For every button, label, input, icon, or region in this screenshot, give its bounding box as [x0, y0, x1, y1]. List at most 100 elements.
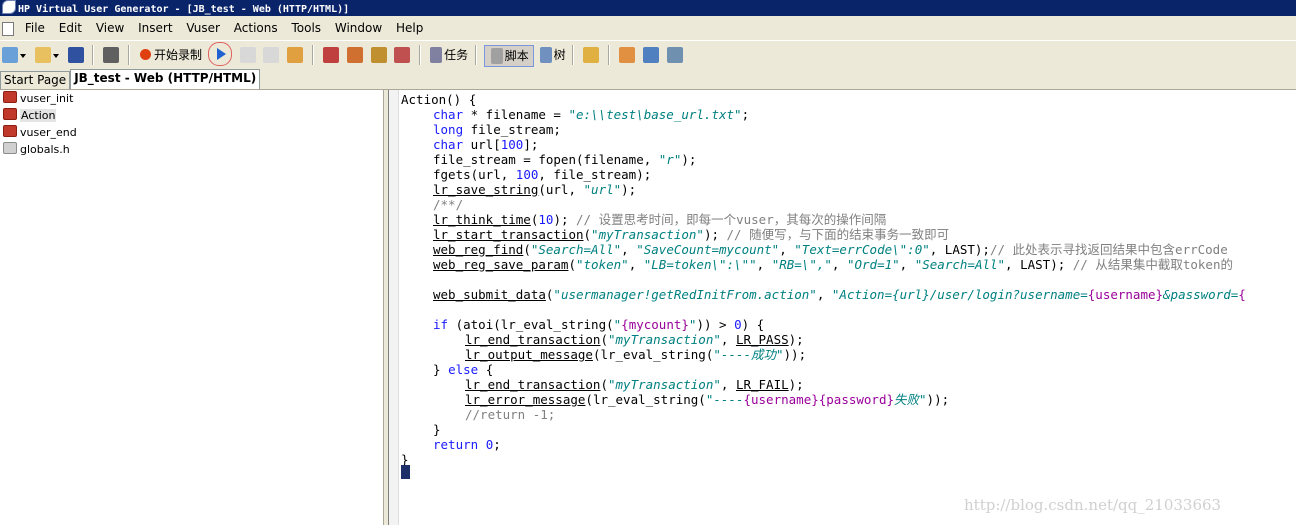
action-tree-panel: vuser_init Action vuser_end globals.h [0, 90, 383, 525]
window-title-bar: HP Virtual User Generator - [JB_test - W… [0, 0, 1296, 16]
new-script-button[interactable] [0, 45, 29, 65]
tree-item-vuser-end[interactable]: vuser_end [0, 124, 383, 141]
stop-button[interactable] [238, 45, 258, 65]
stop-icon [239, 47, 256, 63]
script-view-button[interactable]: 脚本 [483, 45, 534, 67]
windows-icon [666, 47, 683, 63]
menu-actions[interactable]: Actions [229, 16, 283, 40]
menu-bar: File Edit View Insert Vuser Actions Tool… [0, 16, 1296, 40]
save-button[interactable] [66, 45, 86, 65]
transaction-icon [346, 47, 363, 63]
tab-jb-test[interactable]: JB_test - Web (HTTP/HTML) [70, 69, 261, 89]
tool-c-button[interactable] [665, 45, 685, 65]
insert-step-icon [322, 47, 339, 63]
insert-step-button[interactable] [321, 45, 341, 65]
tree-item-label: Action [20, 109, 57, 122]
start-record-button[interactable]: 开始录制 [137, 45, 202, 65]
save-icon [67, 47, 84, 63]
code-line: web_submit_data("usermanager!getRedInitF… [433, 287, 1246, 302]
action-icon [3, 108, 17, 120]
binoculars-icon [103, 47, 120, 63]
window-title: HP Virtual User Generator - [JB_test - W… [18, 4, 350, 15]
open-button[interactable] [33, 45, 62, 65]
tree-item-vuser-init[interactable]: vuser_init [0, 90, 383, 107]
toolbar-separator [419, 45, 422, 65]
code-line: char * filename = "e:\\test\base_url.txt… [433, 107, 750, 122]
menu-tools[interactable]: Tools [286, 16, 326, 40]
run-icon[interactable] [207, 42, 232, 66]
tasks-icon [430, 47, 443, 63]
rendezvous-icon [370, 47, 387, 63]
menu-help[interactable]: Help [391, 16, 428, 40]
script-editor[interactable]: Action() { char * filename = "e:\\test\b… [399, 90, 1296, 525]
record-icon [139, 49, 151, 60]
code-line: if (atoi(lr_eval_string("{mycount}")) > … [433, 317, 765, 332]
tasks-label: 任务 [444, 48, 469, 62]
code-line: lr_end_transaction("myTransaction", LR_P… [465, 332, 804, 347]
tasks-button[interactable]: 任务 [428, 45, 468, 65]
step-icon [287, 47, 304, 63]
code-line: } [433, 422, 441, 437]
code-line: lr_save_string(url, "url"); [433, 182, 637, 197]
comment-button[interactable] [392, 45, 412, 65]
code-line: web_reg_find("Search=All", "SaveCount=my… [433, 242, 1228, 257]
menu-insert[interactable]: Insert [133, 16, 177, 40]
tab-start-page[interactable]: Start Page [0, 71, 71, 89]
code-line: long file_stream; [433, 122, 561, 137]
document-tab-bar: Start Page JB_test - Web (HTTP/HTML) [0, 69, 1296, 90]
refresh-icon [618, 47, 635, 63]
tool-b-button[interactable] [641, 45, 661, 65]
code-line: Action() { [401, 92, 477, 107]
step-button[interactable] [285, 45, 305, 65]
tree-view-icon [539, 47, 552, 63]
menu-view[interactable]: View [91, 16, 129, 40]
tree-item-label: vuser_end [20, 126, 77, 139]
toolbar-separator [474, 45, 477, 65]
action-icon [3, 91, 17, 103]
new-script-icon [2, 47, 18, 63]
script-view-icon [490, 48, 503, 64]
tree-view-button[interactable]: 树 [538, 45, 566, 65]
editor-gutter [389, 90, 399, 525]
output-window-icon [583, 47, 600, 63]
code-line: } else { [433, 362, 494, 377]
toolbar-separator [608, 45, 611, 65]
action-icon [3, 125, 17, 137]
tree-view-label: 树 [553, 48, 566, 62]
code-line: lr_end_transaction("myTransaction", LR_F… [465, 377, 804, 392]
text-cursor [401, 465, 410, 479]
start-record-label: 开始录制 [153, 48, 202, 62]
compare-icon [642, 47, 659, 63]
tree-item-label: vuser_init [20, 92, 74, 105]
toolbar-separator [92, 45, 95, 65]
pause-button[interactable] [261, 45, 281, 65]
find-button[interactable] [101, 45, 121, 65]
open-folder-icon [34, 47, 51, 63]
menu-window[interactable]: Window [330, 16, 387, 40]
tree-item-globals[interactable]: globals.h [0, 141, 383, 158]
watermark: http://blog.csdn.net/qq_21033663 [964, 496, 1222, 514]
rendezvous-button[interactable] [369, 45, 389, 65]
menu-vuser[interactable]: Vuser [181, 16, 225, 40]
code-line: lr_think_time(10); // 设置思考时间，即每一个vuser，其… [433, 212, 887, 227]
document-icon [2, 22, 14, 36]
transaction-button[interactable] [345, 45, 365, 65]
output-window-button[interactable] [581, 45, 601, 65]
code-line: //return -1; [465, 407, 556, 422]
tree-item-action[interactable]: Action [0, 107, 383, 124]
toolbar-separator [312, 45, 315, 65]
header-file-icon [3, 142, 17, 154]
code-line: /**/ [433, 197, 464, 212]
pause-icon [263, 47, 280, 63]
tree-item-label: globals.h [20, 143, 70, 156]
code-line: web_reg_save_param("token", "LB=token\":… [433, 257, 1233, 272]
code-line: lr_error_message(lr_eval_string("----{us… [465, 392, 950, 407]
menu-edit[interactable]: Edit [54, 16, 87, 40]
menu-file[interactable]: File [20, 16, 50, 40]
tool-a-button[interactable] [617, 45, 637, 65]
code-line: lr_output_message(lr_eval_string("----成功… [465, 347, 807, 362]
comment-icon [394, 47, 411, 63]
toolbar: 开始录制 任务 脚本 树 [0, 40, 1296, 70]
toolbar-separator [572, 45, 575, 65]
code-line: fgets(url, 100, file_stream); [433, 167, 652, 182]
